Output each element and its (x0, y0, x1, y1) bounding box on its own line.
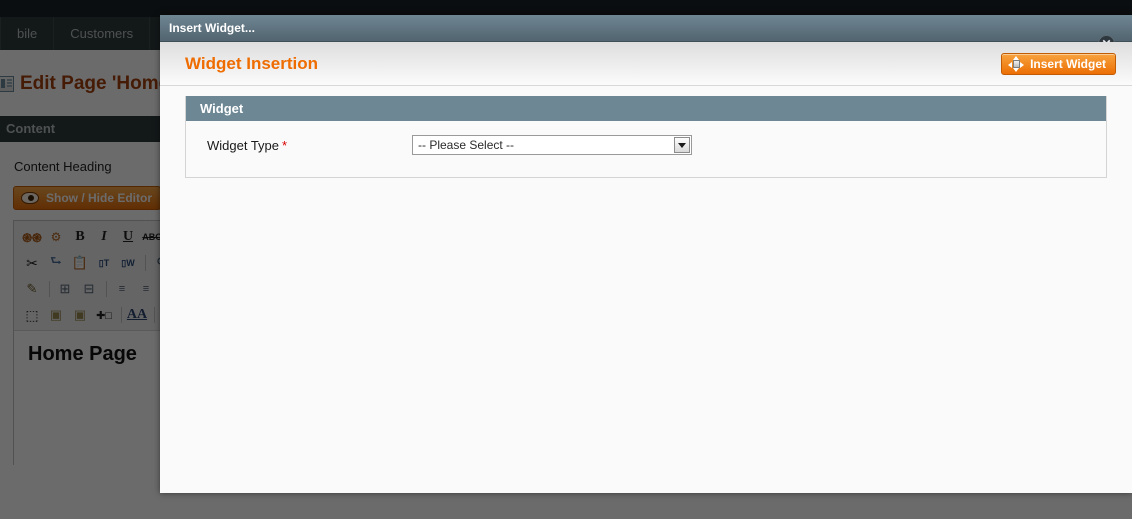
insert-widget-modal: Insert Widget... ✕ Widget Insertion Inse… (160, 15, 1132, 493)
widget-fieldset: Widget Widget Type * -- Please Select -- (185, 96, 1107, 178)
chevron-down-icon[interactable] (674, 137, 690, 153)
widget-type-select-value: -- Please Select -- (418, 138, 515, 152)
modal-window-title: Insert Widget... (169, 21, 255, 35)
required-marker: * (282, 137, 288, 153)
widget-type-select[interactable]: -- Please Select -- (412, 135, 692, 155)
widget-type-label: Widget Type * (207, 138, 412, 153)
widget-move-icon (1008, 55, 1025, 72)
modal-header-row: Widget Insertion Insert Widget (160, 42, 1132, 86)
widget-type-label-text: Widget Type (207, 137, 280, 153)
insert-widget-button[interactable]: Insert Widget (1001, 52, 1116, 75)
widget-fieldset-body: Widget Type * -- Please Select -- (186, 121, 1106, 177)
modal-heading: Widget Insertion (185, 53, 319, 73)
modal-body: Widget Insertion Insert Widget Widget Wi… (160, 42, 1132, 493)
modal-titlebar[interactable]: Insert Widget... (160, 15, 1132, 42)
widget-fieldset-legend: Widget (186, 96, 1106, 121)
insert-widget-button-label: Insert Widget (1030, 56, 1106, 71)
widget-type-row: Widget Type * -- Please Select -- (186, 135, 1106, 155)
